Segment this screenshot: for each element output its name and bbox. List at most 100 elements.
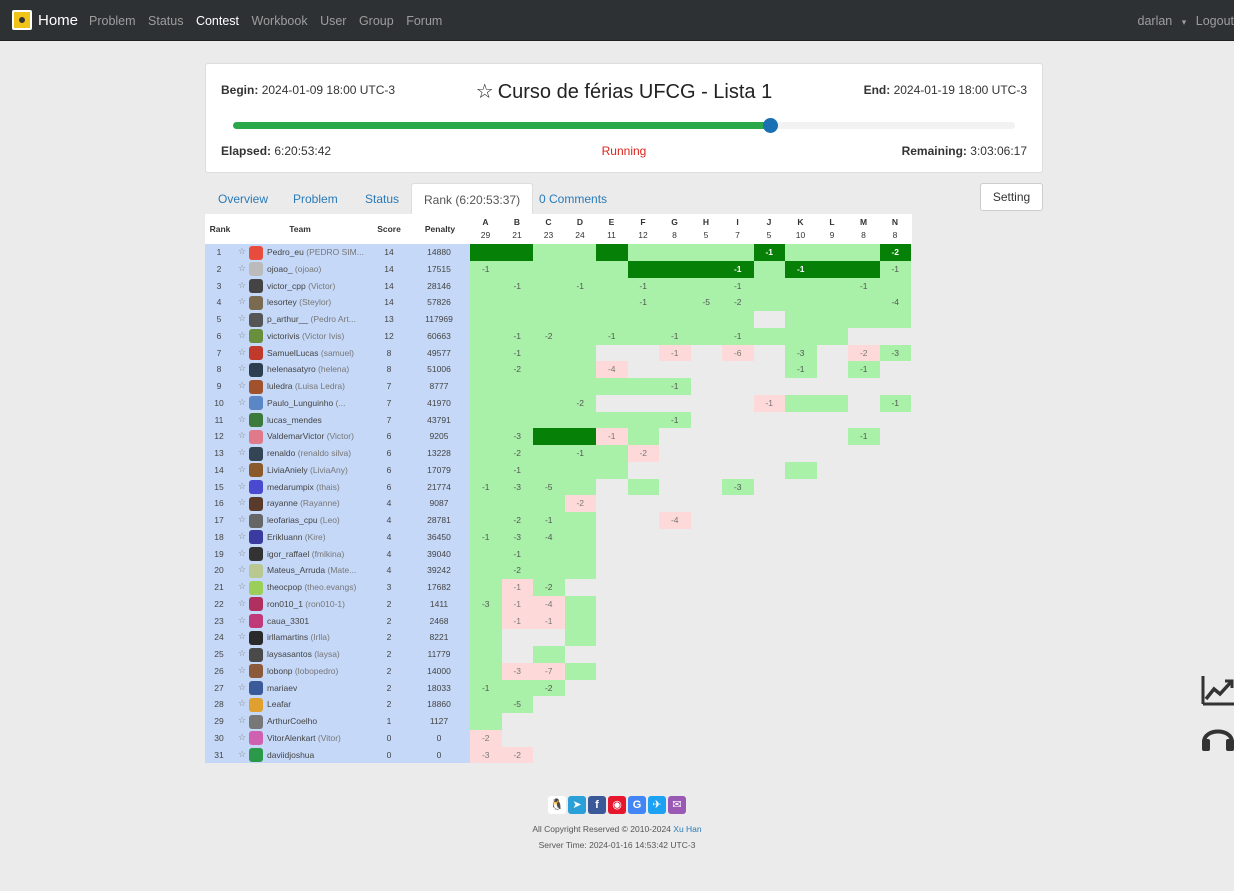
team-name[interactable]: ojoao_ <box>267 264 293 274</box>
favorite-star-icon[interactable]: ☆ <box>238 447 246 458</box>
team-name[interactable]: ArthurCoelho <box>267 716 317 726</box>
avatar[interactable] <box>249 329 263 344</box>
favorite-star-icon[interactable]: ☆ <box>238 581 246 592</box>
problem-cell-j[interactable] <box>753 327 785 345</box>
problem-header-g[interactable]: G8 <box>659 216 690 242</box>
problem-cell-c[interactable] <box>533 277 565 295</box>
problem-cell-f[interactable]: -1 <box>627 277 659 295</box>
problem-cell-b[interactable]: -5 <box>501 696 533 713</box>
nav-item-status[interactable]: Status <box>148 14 183 28</box>
problem-cell-i[interactable]: -1 <box>722 327 754 345</box>
team-name[interactable]: VitorAlenkart <box>267 733 316 743</box>
team-name[interactable]: ValdemarVictor <box>267 431 324 441</box>
problem-cell-b[interactable]: -2 <box>501 512 533 529</box>
problem-cell-h[interactable] <box>690 277 722 295</box>
chart-trend-icon[interactable] <box>1200 672 1234 713</box>
problem-cell-c[interactable]: -2 <box>533 579 565 596</box>
favorite-star-icon[interactable]: ☆ <box>238 548 246 559</box>
problem-cell-b[interactable]: -1 <box>501 579 533 596</box>
problem-cell-g[interactable] <box>659 294 691 311</box>
problem-cell-k[interactable] <box>785 327 817 345</box>
problem-cell-c[interactable] <box>533 411 565 429</box>
problem-cell-d[interactable] <box>564 244 596 261</box>
problem-cell-d[interactable] <box>564 461 596 479</box>
problem-cell-a[interactable]: -1 <box>470 528 502 546</box>
problem-cell-a[interactable] <box>470 629 502 646</box>
problem-cell-a[interactable] <box>470 311 502 328</box>
problem-cell-k[interactable]: -1 <box>785 260 817 278</box>
problem-cell-a[interactable] <box>470 612 502 630</box>
problem-cell-a[interactable]: -1 <box>470 260 502 278</box>
problem-cell-b[interactable]: -1 <box>501 277 533 295</box>
avatar[interactable] <box>249 446 263 461</box>
team-name[interactable]: caua_3301 <box>267 616 309 626</box>
problem-cell-g[interactable] <box>659 311 691 328</box>
problem-cell-c[interactable] <box>533 495 565 512</box>
problem-cell-f[interactable] <box>627 311 659 328</box>
avatar[interactable] <box>249 630 263 645</box>
problem-cell-d[interactable] <box>564 545 596 563</box>
problem-cell-f[interactable] <box>627 260 659 278</box>
problem-cell-h[interactable]: -5 <box>690 294 722 311</box>
problem-cell-e[interactable] <box>596 378 628 395</box>
team-cell[interactable]: ValdemarVictor (Victor) <box>267 428 367 445</box>
favorite-star-icon[interactable]: ☆ <box>238 296 246 307</box>
problem-cell-f[interactable] <box>627 478 659 496</box>
problem-cell-i[interactable]: -1 <box>722 260 754 278</box>
problem-cell-a[interactable] <box>470 277 502 295</box>
team-name[interactable]: medarumpix <box>267 482 314 492</box>
team-name[interactable]: igor_raffael <box>267 549 309 559</box>
avatar[interactable] <box>249 664 263 679</box>
avatar[interactable] <box>249 396 263 411</box>
tab-overview[interactable]: Overview <box>218 183 268 215</box>
team-cell[interactable]: medarumpix (thais) <box>267 479 367 496</box>
problem-cell-d[interactable] <box>564 512 596 529</box>
problem-cell-a[interactable] <box>470 344 502 362</box>
problem-cell-a[interactable]: -3 <box>470 595 502 613</box>
problem-cell-f[interactable] <box>627 327 659 345</box>
problem-cell-n[interactable]: -1 <box>879 394 911 412</box>
problem-cell-b[interactable] <box>501 244 533 261</box>
problem-cell-a[interactable]: -2 <box>470 729 502 747</box>
problem-cell-l[interactable] <box>816 260 848 278</box>
avatar[interactable] <box>249 312 263 327</box>
problem-cell-d[interactable] <box>564 595 596 613</box>
problem-cell-a[interactable] <box>470 512 502 529</box>
team-name[interactable]: ron010_1 <box>267 599 303 609</box>
problem-cell-i[interactable]: -1 <box>722 277 754 295</box>
team-cell[interactable]: irllamartins (Irlla) <box>267 629 367 646</box>
problem-cell-b[interactable]: -2 <box>501 445 533 462</box>
problem-cell-a[interactable] <box>470 445 502 462</box>
problem-cell-a[interactable] <box>470 461 502 479</box>
nav-item-forum[interactable]: Forum <box>406 14 442 28</box>
problem-cell-b[interactable]: -3 <box>501 528 533 546</box>
favorite-star-icon[interactable]: ☆ <box>238 397 246 408</box>
problem-cell-d[interactable] <box>564 629 596 646</box>
problem-cell-k[interactable]: -1 <box>785 361 817 378</box>
problem-cell-a[interactable] <box>470 713 502 730</box>
setting-button[interactable]: Setting <box>980 183 1043 211</box>
problem-cell-g[interactable]: -4 <box>659 512 691 529</box>
problem-header-b[interactable]: B 21 <box>502 216 533 242</box>
problem-cell-d[interactable]: -2 <box>564 394 596 412</box>
favorite-star-icon[interactable]: ☆ <box>238 263 246 274</box>
team-cell[interactable]: caua_3301 <box>267 613 367 630</box>
google-icon[interactable]: G <box>628 796 646 814</box>
problem-cell-c[interactable] <box>533 344 565 362</box>
favorite-star-icon[interactable]: ☆ <box>238 682 246 693</box>
problem-cell-d[interactable] <box>564 411 596 429</box>
problem-cell-f[interactable]: -2 <box>627 445 659 462</box>
tab-comments[interactable]: 0 Comments <box>539 183 607 215</box>
favorite-star-icon[interactable]: ☆ <box>238 246 246 257</box>
problem-cell-c[interactable] <box>533 562 565 579</box>
problem-cell-b[interactable]: -1 <box>501 327 533 345</box>
problem-cell-a[interactable] <box>470 562 502 579</box>
problem-cell-f[interactable] <box>627 411 659 429</box>
team-name[interactable]: p_arthur__ <box>267 314 308 324</box>
favorite-star-icon[interactable]: ☆ <box>238 430 246 441</box>
avatar[interactable] <box>249 647 263 662</box>
favorite-star-icon[interactable]: ☆ <box>476 81 494 103</box>
team-cell[interactable]: lesortey (Steylor) <box>267 294 367 311</box>
problem-cell-h[interactable] <box>690 244 722 261</box>
problem-header-i[interactable]: I7 <box>722 216 753 242</box>
